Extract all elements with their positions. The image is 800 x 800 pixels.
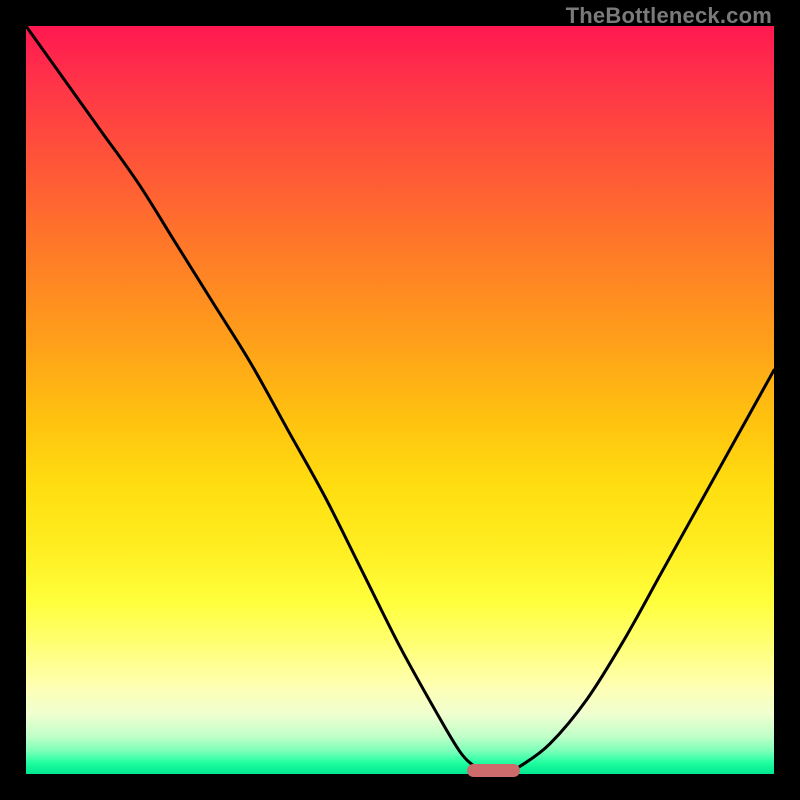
bottleneck-curve (26, 26, 774, 774)
plot-area (26, 26, 774, 774)
chart-container: TheBottleneck.com (0, 0, 800, 800)
optimal-range-marker (467, 764, 519, 777)
